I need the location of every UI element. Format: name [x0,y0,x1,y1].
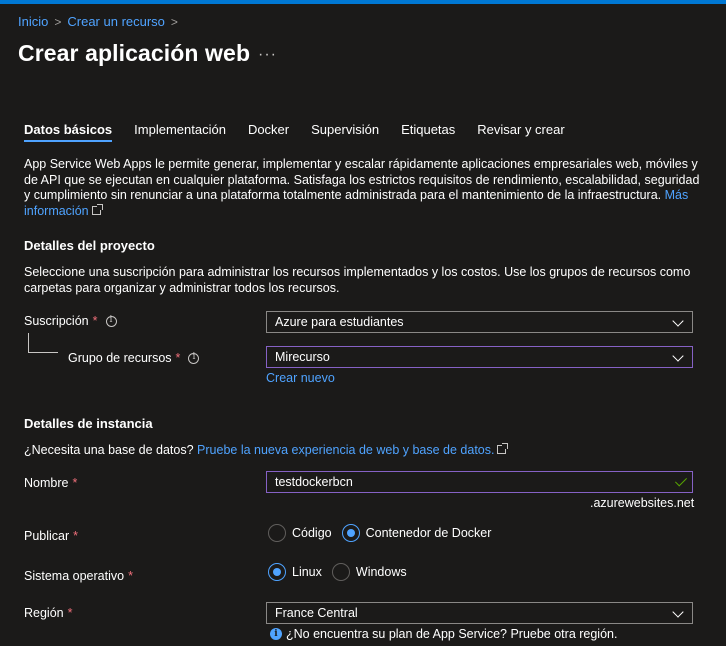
os-label: Sistema operativo * [24,569,133,583]
info-filled-icon: i [270,628,282,640]
tab-bar: Datos básicos Implementación Docker Supe… [24,122,587,142]
checkmark-icon [674,474,688,487]
required-marker: * [73,529,79,543]
publish-label: Publicar * [24,529,78,543]
info-icon[interactable] [105,315,117,327]
required-marker: * [72,476,78,490]
required-marker: * [128,569,133,583]
required-marker: * [92,314,98,328]
breadcrumb: Inicio > Crear un recurso > [18,14,178,29]
os-windows-label[interactable]: Windows [356,565,407,579]
os-label-text: Sistema operativo [24,569,125,583]
chevron-right-icon: > [170,14,178,29]
resource-group-label-text: Grupo de recursos [68,351,172,365]
name-label: Nombre * [24,476,77,490]
web-database-link[interactable]: Pruebe la nueva experiencia de web y bas… [197,443,494,457]
required-marker: * [175,351,181,365]
chevron-right-icon: > [54,14,62,29]
intro-text: App Service Web Apps le permite generar,… [24,157,700,202]
region-label: Región * [24,606,73,620]
publish-code-label[interactable]: Código [292,526,332,540]
tab-monitoring[interactable]: Supervisión [311,122,379,142]
page-title: Crear aplicación web [18,40,251,66]
breadcrumb-home[interactable]: Inicio [18,14,48,29]
intro-paragraph: App Service Web Apps le permite generar,… [24,157,704,219]
tab-tags[interactable]: Etiquetas [401,122,455,142]
domain-suffix: .azurewebsites.net [590,496,695,510]
more-options-icon[interactable]: ··· [258,46,277,64]
required-marker: * [67,606,73,620]
resource-group-value: Mirecurso [275,350,330,364]
subscription-select[interactable]: Azure para estudiantes [266,311,693,333]
top-accent-bar [0,0,726,4]
publish-docker-radio[interactable] [341,524,360,542]
name-value: testdockerbcn [275,475,353,489]
resource-group-label: Grupo de recursos * [68,351,200,365]
region-label-text: Región [24,606,64,620]
publish-docker-label[interactable]: Contenedor de Docker [366,526,492,540]
chevron-down-icon [672,350,684,362]
region-value: France Central [275,606,358,620]
project-details-heading: Detalles del proyecto [24,238,155,253]
database-prompt: ¿Necesita una base de datos? Pruebe la n… [24,443,704,459]
create-new-link[interactable]: Crear nuevo [266,371,335,385]
os-linux-label[interactable]: Linux [292,565,322,579]
region-select[interactable]: France Central [266,602,693,624]
breadcrumb-create-resource[interactable]: Crear un recurso [67,14,165,29]
project-details-description: Seleccione una suscripción para administ… [24,265,691,295]
os-linux-radio[interactable] [268,563,286,581]
tree-connector [28,333,58,353]
os-windows-radio[interactable] [331,563,350,581]
tab-basics[interactable]: Datos básicos [24,122,113,142]
publish-radio-group: Código Contenedor de Docker [268,524,501,542]
region-hint: i ¿No encuentra su plan de App Service? … [270,627,617,641]
tab-docker[interactable]: Docker [248,122,289,142]
info-icon[interactable] [188,352,200,364]
instance-details-heading: Detalles de instancia [24,416,153,431]
external-link-icon [91,203,103,215]
publish-code-radio[interactable] [268,524,286,542]
subscription-label-text: Suscripción [24,314,89,328]
tab-deployment[interactable]: Implementación [134,122,226,142]
resource-group-select[interactable]: Mirecurso [266,346,693,368]
name-input[interactable]: testdockerbcn [266,471,693,493]
chevron-down-icon [672,606,684,618]
subscription-value: Azure para estudiantes [275,315,404,329]
subscription-label: Suscripción * [24,314,117,328]
publish-label-text: Publicar [24,529,70,543]
name-label-text: Nombre [24,476,69,490]
tab-review-create[interactable]: Revisar y crear [477,122,564,142]
database-question: ¿Necesita una base de datos? [24,443,194,457]
external-link-icon [497,443,509,454]
os-radio-group: Linux Windows [268,563,417,581]
chevron-down-icon [672,315,684,327]
region-hint-text: ¿No encuentra su plan de App Service? Pr… [286,627,618,641]
